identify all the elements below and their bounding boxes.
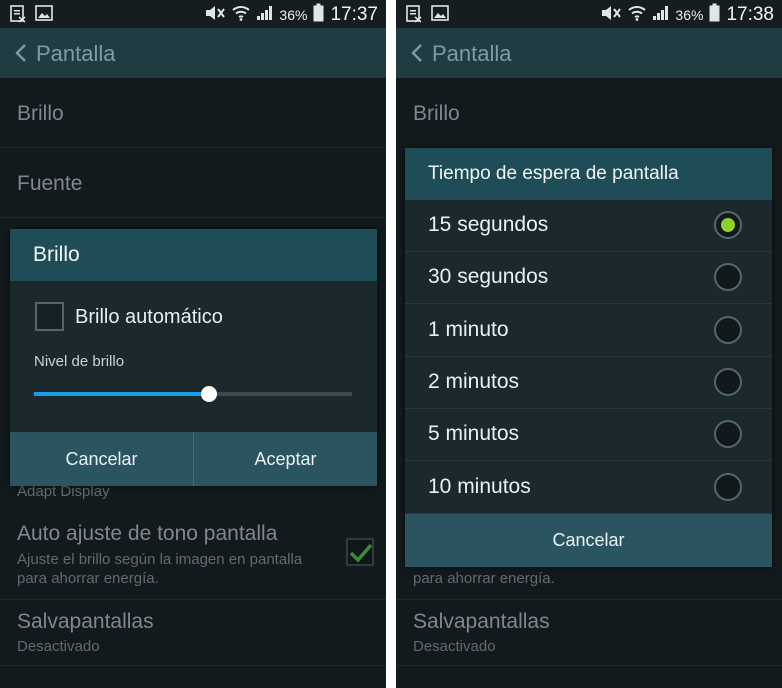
status-bar: 36% 17:37 xyxy=(0,0,386,28)
setting-salvapantallas-title: Salvapantallas xyxy=(17,610,154,633)
setting-salvapantallas[interactable]: Salvapantallas Desactivado xyxy=(0,600,386,666)
setting-salvapantallas[interactable]: Salvapantallas Desactivado xyxy=(396,600,782,666)
setting-fuente[interactable]: Fuente xyxy=(0,148,386,218)
radio-dot xyxy=(721,218,735,232)
cancel-button[interactable]: Cancelar xyxy=(10,432,193,486)
setting-auto-ajuste-title: Auto ajuste de tono pantalla xyxy=(17,522,278,545)
gallery-notification-icon xyxy=(35,5,53,28)
radio-selected[interactable] xyxy=(714,211,742,239)
timeout-option-label: 30 segundos xyxy=(428,265,549,289)
mute-icon xyxy=(600,5,622,26)
gallery-notification-icon xyxy=(431,5,449,28)
clock: 17:37 xyxy=(330,4,378,25)
action-bar: Pantalla xyxy=(0,28,386,78)
screen-timeout-dialog: Tiempo de espera de pantalla 15 segundos… xyxy=(405,148,772,567)
brightness-level-label: Nivel de brillo xyxy=(34,353,125,370)
radio-unselected[interactable] xyxy=(714,367,742,396)
back-chevron-icon[interactable] xyxy=(410,43,424,63)
page-title[interactable]: Pantalla xyxy=(36,41,116,67)
auto-brightness-checkbox[interactable] xyxy=(35,302,64,331)
setting-salvapantallas-sub: Desactivado xyxy=(413,638,496,655)
cancel-button[interactable]: Cancelar xyxy=(405,514,772,567)
brightness-slider-fill xyxy=(34,392,209,396)
dialog-header: Tiempo de espera de pantalla xyxy=(405,148,772,200)
brillo-dialog: Brillo Brillo automático Nivel de brillo… xyxy=(10,229,377,486)
status-bar: 36% 17:38 xyxy=(396,0,782,28)
auto-brightness-label[interactable]: Brillo automático xyxy=(75,306,223,329)
timeout-option-label: 1 minuto xyxy=(428,317,509,341)
setting-salvapantallas-sub: Desactivado xyxy=(17,638,100,655)
setting-brillo-label: Brillo xyxy=(413,102,460,125)
mute-icon xyxy=(204,5,226,26)
timeout-option-label: 2 minutos xyxy=(428,369,520,393)
battery-icon xyxy=(709,3,720,27)
screen-left: 36% 17:37 Pantalla Brillo Fuente Adapt D… xyxy=(0,0,386,688)
wifi-icon xyxy=(232,5,251,26)
clock: 17:38 xyxy=(726,4,774,25)
setting-auto-ajuste-sub-2: para ahorrar energía. xyxy=(17,570,159,587)
timeout-option[interactable]: 10 minutos xyxy=(405,462,772,514)
timeout-option[interactable]: 5 minutos xyxy=(405,409,772,462)
dialog-header: Brillo xyxy=(10,229,377,281)
setting-auto-ajuste[interactable]: Auto ajuste de tono pantalla Ajuste el b… xyxy=(0,510,386,600)
timeout-option[interactable]: 1 minuto xyxy=(405,305,772,357)
setting-auto-ajuste-sub-2: para ahorrar energía. xyxy=(413,570,555,587)
page-title[interactable]: Pantalla xyxy=(432,41,512,67)
timeout-option[interactable]: 15 segundos xyxy=(405,200,772,252)
dialog-buttons: Cancelar Aceptar xyxy=(10,432,377,486)
radio-unselected[interactable] xyxy=(714,420,742,449)
screen-right: 36% 17:38 Pantalla Brillo para ahorrar e… xyxy=(396,0,782,688)
setting-auto-ajuste-sub: Ajuste el brillo según la imagen en pant… xyxy=(17,551,303,568)
setting-brillo[interactable]: Brillo xyxy=(396,78,782,148)
radio-unselected[interactable] xyxy=(714,315,742,344)
accept-button[interactable]: Aceptar xyxy=(193,432,377,486)
timeout-option[interactable]: 2 minutos xyxy=(405,357,772,409)
setting-fuente-label: Fuente xyxy=(17,172,83,195)
radio-unselected[interactable] xyxy=(714,472,742,501)
timeout-option-label: 15 segundos xyxy=(428,213,549,236)
timeout-option-label: 5 minutos xyxy=(428,422,520,446)
back-chevron-icon[interactable] xyxy=(14,43,28,63)
timeout-option-label: 10 minutos xyxy=(428,474,531,498)
signal-icon xyxy=(256,5,273,26)
battery-percent: 36% xyxy=(279,7,308,23)
action-bar: Pantalla xyxy=(396,28,782,78)
clipboard-notification-icon xyxy=(406,5,422,28)
auto-ajuste-checkbox[interactable] xyxy=(346,538,374,566)
battery-percent: 36% xyxy=(675,7,704,23)
dialog-title: Brillo xyxy=(33,243,80,266)
wifi-icon xyxy=(628,5,647,26)
brightness-slider[interactable] xyxy=(34,386,352,402)
setting-brillo-label: Brillo xyxy=(17,102,64,125)
radio-unselected[interactable] xyxy=(714,263,742,292)
signal-icon xyxy=(652,5,669,26)
brightness-slider-thumb[interactable] xyxy=(200,386,217,402)
setting-salvapantallas-title: Salvapantallas xyxy=(413,610,550,633)
setting-auto-ajuste-tail[interactable]: para ahorrar energía. xyxy=(396,566,782,600)
setting-brillo[interactable]: Brillo xyxy=(0,78,386,148)
battery-icon xyxy=(313,3,324,27)
dialog-title: Tiempo de espera de pantalla xyxy=(428,163,679,184)
timeout-option[interactable]: 30 segundos xyxy=(405,252,772,305)
clipboard-notification-icon xyxy=(10,5,26,28)
